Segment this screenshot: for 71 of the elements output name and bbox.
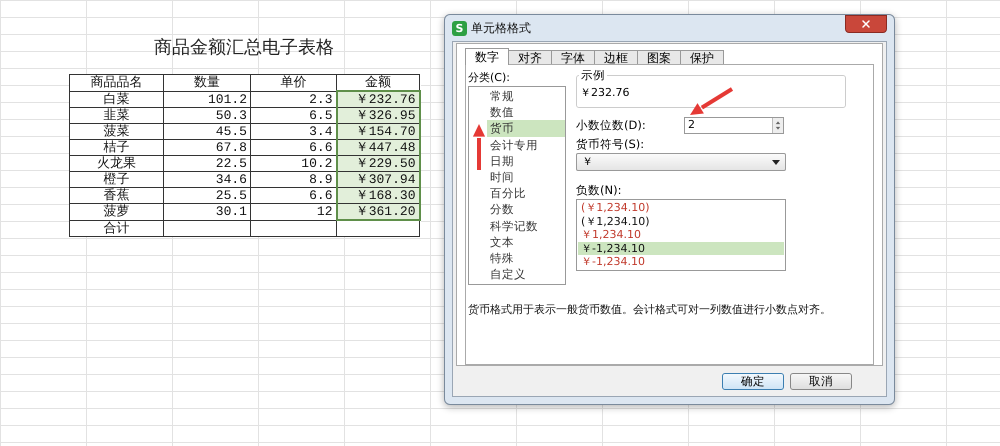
- column-header: 数量: [164, 74, 250, 91]
- table-cell: 25.5: [164, 188, 250, 204]
- category-item[interactable]: 自定义: [487, 266, 565, 282]
- column-header: 单价: [250, 74, 336, 91]
- currency-select[interactable]: ￥: [576, 153, 786, 171]
- table-cell: ￥154.70: [336, 124, 420, 140]
- table-cell: ￥326.95: [336, 108, 420, 124]
- spin-arrows-icon: [772, 118, 783, 133]
- negative-format-item[interactable]: ￥-1,234.10: [578, 242, 784, 255]
- table-cell: 101.2: [164, 91, 250, 108]
- category-item[interactable]: 科学记数: [487, 218, 565, 234]
- ok-button[interactable]: 确定: [722, 372, 784, 390]
- column-header: 商品品名: [70, 74, 164, 91]
- table-cell: 45.5: [164, 124, 250, 140]
- category-item[interactable]: 时间: [487, 169, 565, 186]
- window-title: 单元格格式: [471, 20, 531, 37]
- category-label: 分类(C):: [468, 71, 511, 85]
- table-cell: ￥307.94: [336, 172, 420, 188]
- category-item[interactable]: 会计专用: [487, 136, 565, 153]
- decimals-field[interactable]: 2: [685, 118, 772, 133]
- sheet-title: 商品金额汇总电子表格: [153, 36, 335, 60]
- decimals-spinner[interactable]: 2: [684, 117, 784, 134]
- tab[interactable]: 边框: [594, 50, 638, 65]
- app-logo: S: [452, 20, 467, 36]
- table-cell: 合计: [70, 220, 164, 236]
- category-item[interactable]: 常规: [487, 88, 565, 104]
- table-cell: 白菜: [70, 91, 164, 108]
- tab[interactable]: 保护: [680, 50, 724, 65]
- negative-format-item[interactable]: ￥1,234.10: [578, 228, 784, 242]
- table-cell: 菠菜: [70, 124, 164, 140]
- description-text: 货币格式用于表示一般货币数值。会计格式可对一列数值进行小数点对齐。: [468, 302, 832, 318]
- category-item[interactable]: 数值: [487, 104, 565, 120]
- table-cell: 34.6: [164, 172, 250, 188]
- decimals-label: 小数位数(D):: [576, 116, 647, 134]
- table-cell: 韭菜: [70, 108, 164, 124]
- negative-format-item[interactable]: (￥1,234.10): [578, 201, 784, 214]
- category-item[interactable]: 文本: [487, 234, 565, 250]
- table-cell: ￥229.50: [336, 156, 420, 172]
- table-cell: 桔子: [70, 140, 164, 156]
- negative-format-item[interactable]: (￥1,234.10): [578, 214, 784, 228]
- table-cell: ￥447.48: [336, 140, 420, 156]
- negative-label: 负数(N):: [576, 183, 622, 197]
- table-cell: 50.3: [164, 108, 250, 124]
- negative-format-item[interactable]: ￥-1,234.10: [578, 255, 784, 268]
- close-button[interactable]: [845, 15, 887, 33]
- tab[interactable]: 数字: [465, 48, 509, 65]
- table-cell: 香蕉: [70, 188, 164, 204]
- table-cell: 22.5: [164, 156, 250, 172]
- close-icon: [860, 18, 872, 30]
- category-item[interactable]: 分数: [487, 201, 565, 218]
- table-cell: 30.1: [164, 204, 250, 220]
- table-cell: ￥168.30: [336, 188, 420, 204]
- currency-label: 货币符号(S):: [576, 137, 644, 151]
- table-cell: ￥361.20: [336, 204, 420, 220]
- category-item[interactable]: 货币: [487, 120, 565, 137]
- sample-value: ￥232.76: [580, 85, 630, 101]
- annotation-arrow: [472, 124, 486, 170]
- category-item[interactable]: 百分比: [487, 185, 565, 202]
- table-cell: 橙子: [70, 172, 164, 188]
- table-cell: 菠萝: [70, 204, 164, 220]
- table-cell: 67.8: [164, 140, 250, 156]
- table-cell: 火龙果: [70, 156, 164, 172]
- sample-label: 示例: [579, 68, 607, 82]
- category-item[interactable]: 日期: [487, 152, 565, 170]
- tab[interactable]: 图案: [637, 50, 681, 65]
- tab[interactable]: 字体: [551, 50, 595, 65]
- dropdown-caret-icon: [772, 160, 780, 164]
- category-item[interactable]: 特殊: [487, 250, 565, 266]
- cancel-button[interactable]: 取消: [790, 372, 852, 390]
- annotation-arrow: [690, 87, 734, 115]
- table-cell: ￥232.76: [336, 91, 420, 108]
